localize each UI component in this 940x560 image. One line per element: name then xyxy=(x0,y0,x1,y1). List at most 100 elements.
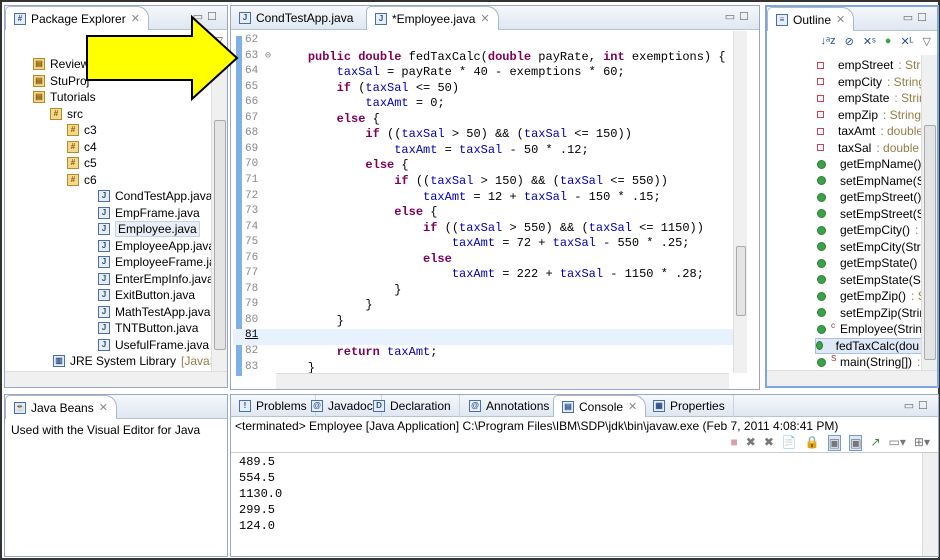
code-token: taxSal xyxy=(365,80,409,95)
outline-item[interactable]: getEmpStreet() xyxy=(817,189,926,205)
display-console-icon[interactable]: ▭▾ xyxy=(889,435,906,451)
show-on-output-icon[interactable]: ▣ xyxy=(827,435,842,451)
tree-item[interactable]: J EmployeeApp.java xyxy=(98,238,215,254)
tree-item[interactable]: J EmployeeFrame.java xyxy=(98,254,227,270)
close-icon[interactable]: ✕ xyxy=(99,401,108,414)
code-token: exemptions) { xyxy=(624,49,726,64)
tree-item[interactable]: J MathTestApp.java xyxy=(98,304,210,320)
tree-item[interactable]: # c5 xyxy=(67,155,97,171)
code-line: 72 taxAmt = 12 + taxSal - 150 * .15; xyxy=(233,190,743,206)
tree-item[interactable]: ▤ StuProj xyxy=(33,73,89,89)
tree-item[interactable]: # c6 xyxy=(67,172,97,188)
tab-annotations[interactable]: @ Annotations xyxy=(461,395,559,417)
outline-item[interactable]: getEmpState() : xyxy=(817,255,926,271)
outline-item[interactable]: getEmpName() xyxy=(817,156,926,172)
code-token: - 550 * .25; xyxy=(595,236,690,251)
public-member-icon xyxy=(817,357,826,367)
outline-item[interactable]: fedTaxCalc(dou xyxy=(815,337,925,354)
hide-fields-icon[interactable]: ⊘ xyxy=(845,35,854,48)
outline-item[interactable]: setEmpStreet(St xyxy=(817,206,933,222)
hide-static-icon[interactable]: ✕ˢ xyxy=(863,35,876,48)
outline-item[interactable]: setEmpState(Str xyxy=(817,272,933,288)
hide-local-types-icon[interactable]: ✕ᴸ xyxy=(900,35,913,48)
outline-icon: ≡ xyxy=(776,13,788,26)
hide-nonpublic-icon[interactable]: ● xyxy=(885,35,892,48)
tab-condtestapp[interactable]: J CondTestApp.java xyxy=(231,6,361,30)
close-icon[interactable]: ✕ xyxy=(836,13,845,26)
tab-declaration[interactable]: D Declaration xyxy=(365,395,460,417)
code-token: taxSal xyxy=(559,173,604,188)
tree-item[interactable]: J ExitButton.java xyxy=(98,287,195,303)
horizontal-scrollbar[interactable] xyxy=(276,373,729,389)
pin-console-icon[interactable]: ↗ xyxy=(870,435,880,451)
tree-item[interactable]: # c4 xyxy=(67,139,97,155)
console-toolbar: ■ ✖ ✖ 📄 🔒 ▣ ▣ ↗ ▭▾ ⊞▾ xyxy=(731,435,930,451)
sort-icon[interactable]: ↓ᵃz xyxy=(821,35,836,48)
outline-item[interactable]: empState : Strin xyxy=(817,90,926,106)
tree-item[interactable]: # c3 xyxy=(67,122,97,138)
minimize-maximize-buttons[interactable]: ▭☐ xyxy=(904,399,932,412)
outline-item[interactable]: Smain(String[]) : xyxy=(817,354,920,370)
java-file-icon: J xyxy=(98,272,110,285)
outline-item[interactable]: setEmpZip(Strin xyxy=(817,305,931,321)
code-line: 64 taxSal = payRate * 40 - exemptions * … xyxy=(233,65,743,81)
horizontal-scrollbar[interactable] xyxy=(5,371,227,387)
remove-all-icon[interactable]: ✖ xyxy=(764,435,774,451)
outline-item[interactable]: taxAmt : double xyxy=(817,123,923,139)
outline-item[interactable]: getEmpZip() : St xyxy=(817,288,929,304)
outline-item[interactable]: empCity : String xyxy=(817,74,925,90)
tree-item-label: CondTestApp.java xyxy=(115,189,213,203)
vertical-scrollbar[interactable] xyxy=(921,55,937,370)
remove-launch-icon[interactable]: ✖ xyxy=(746,435,756,451)
tab-properties[interactable]: ▦ Properties xyxy=(645,395,734,417)
tab-java-beans[interactable]: ☕ Java Beans ✕ xyxy=(5,395,117,419)
show-on-error-icon[interactable]: ▣ xyxy=(849,435,863,451)
java-beans-panel: ☕ Java Beans ✕ Used with the Visual Editor… xyxy=(4,394,228,557)
code-line: 80 } xyxy=(233,314,743,330)
code-token: if xyxy=(394,173,409,188)
outline-item[interactable]: setEmpName(St xyxy=(817,173,933,189)
close-icon[interactable]: ✕ xyxy=(628,400,637,413)
outline-item[interactable]: empZip : String xyxy=(817,107,921,123)
fold-collapse-icon[interactable]: ⊖ xyxy=(265,50,279,66)
tree-item[interactable]: J Employee.java xyxy=(98,221,200,237)
tree-item-jre[interactable]: ▥JRE System Library[JavaSE-1.6] xyxy=(53,353,227,369)
outline-item[interactable]: empStreet : Strin xyxy=(817,57,930,73)
minimize-maximize-buttons[interactable]: ▭☐ xyxy=(903,11,931,24)
outline-item[interactable]: setEmpCity(Strin xyxy=(817,239,935,255)
vertical-scrollbar[interactable] xyxy=(733,31,747,373)
tab-outline[interactable]: ≡ Outline ✕ xyxy=(767,7,855,31)
java-beans-icon: ☕ xyxy=(14,401,26,414)
tree-item[interactable]: J CondTestApp.java xyxy=(98,188,212,204)
declaration-icon: D xyxy=(373,400,385,412)
scroll-lock-icon[interactable]: 🔒 xyxy=(805,435,820,451)
open-console-icon[interactable]: ⊞▾ xyxy=(914,435,930,451)
view-menu-icon[interactable]: ▽ xyxy=(923,35,931,48)
clear-console-icon[interactable]: 📄 xyxy=(782,435,797,451)
horizontal-scrollbar[interactable] xyxy=(767,370,937,386)
outline-item[interactable]: getEmpCity() : S xyxy=(817,222,930,238)
code-token: public xyxy=(307,49,352,64)
member-name: empStreet xyxy=(838,58,894,72)
vertical-scrollbar[interactable] xyxy=(922,453,938,556)
tab-employee[interactable]: J *Employee.java ✕ xyxy=(366,6,499,30)
tree-item[interactable]: J EnterEmpInfo.java xyxy=(98,271,214,287)
tab-console[interactable]: ▤ Console ✕ xyxy=(553,395,647,417)
terminate-icon[interactable]: ■ xyxy=(731,435,738,451)
outline-item[interactable]: taxSal : double xyxy=(817,140,919,156)
close-icon[interactable]: ✕ xyxy=(480,12,489,25)
minimize-maximize-buttons[interactable]: ▭☐ xyxy=(725,10,753,23)
code-token: { xyxy=(423,205,438,220)
tree-item[interactable]: J UsefulFrame.java xyxy=(98,337,209,353)
member-type: : String xyxy=(883,107,922,122)
tree-item[interactable]: J TNTButton.java xyxy=(98,320,198,336)
tree-item[interactable]: J EmpFrame.java xyxy=(98,205,200,221)
tree-item[interactable]: # src xyxy=(50,106,83,122)
code-area[interactable]: 62 63 ⊖ public double fedTaxCalc(double pa… xyxy=(233,34,759,375)
code-line: 75 taxAmt = 72 + taxSal - 550 * .25; xyxy=(233,236,743,252)
outline-item[interactable]: c Employee(String xyxy=(817,321,934,337)
